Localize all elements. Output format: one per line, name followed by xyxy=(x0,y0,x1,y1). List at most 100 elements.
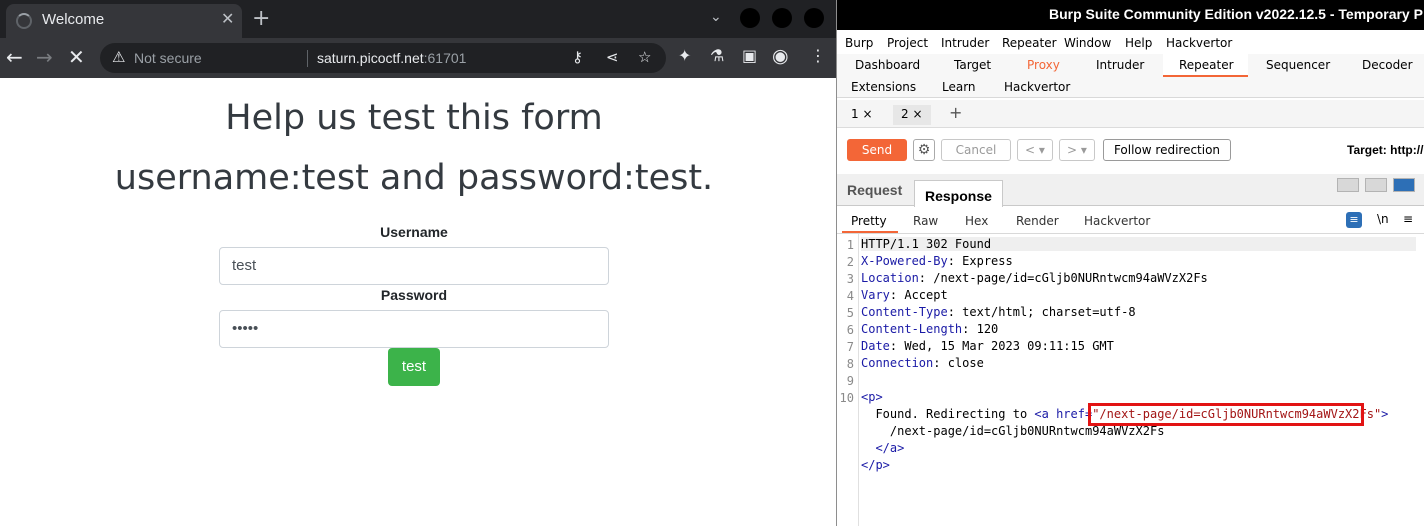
submit-button[interactable]: test xyxy=(388,348,440,386)
window-close-button[interactable] xyxy=(804,8,824,28)
repeater-tab-2[interactable]: 2 × xyxy=(893,105,931,125)
pretty-tab-underline xyxy=(842,231,898,233)
header-key: Location xyxy=(861,271,919,285)
tool-tab-proxy[interactable]: Proxy xyxy=(1027,58,1060,72)
back-arrow-icon[interactable]: ← xyxy=(6,45,23,69)
tab-title: Welcome xyxy=(42,11,105,28)
request-tab[interactable]: Request xyxy=(847,182,902,198)
href-value: "/next-page/id=cGljb0NURntwcm94aWVzX2Fs" xyxy=(1092,407,1382,421)
show-newlines-icon[interactable]: \n xyxy=(1377,212,1389,226)
response-editor[interactable]: 1 2 3 4 5 6 7 8 9 10 HTTP/1.1 302 Found … xyxy=(837,234,1424,526)
menu-item-intruder[interactable]: Intruder xyxy=(941,36,989,50)
format-tab-hackvertor[interactable]: Hackvertor xyxy=(1084,214,1150,228)
password-key-icon[interactable]: ⚷ xyxy=(572,48,583,66)
repeater-controls: Send ⚙ Cancel < ▾ > ▾ Follow redirection… xyxy=(837,128,1424,172)
history-forward-button[interactable]: > ▾ xyxy=(1059,139,1095,161)
format-tab-hex[interactable]: Hex xyxy=(965,214,988,228)
layout-side-by-side-icon[interactable] xyxy=(1337,178,1359,192)
follow-redirection-button[interactable]: Follow redirection xyxy=(1103,139,1231,161)
stop-loading-icon[interactable]: ✕ xyxy=(68,45,85,69)
labs-flask-icon[interactable]: ⚗ xyxy=(710,46,724,65)
burp-title-bar: Burp Suite Community Edition v2022.12.5 … xyxy=(837,0,1424,30)
tool-tab-decoder[interactable]: Decoder xyxy=(1362,58,1413,72)
menu-item-hackvertor[interactable]: Hackvertor xyxy=(1166,36,1232,50)
extensions-puzzle-icon[interactable]: ✦ xyxy=(678,46,691,65)
body-a-close: </a> xyxy=(861,441,905,455)
editor-menu-icon[interactable]: ≡ xyxy=(1403,212,1413,226)
address-bar[interactable]: ⚠ Not secure saturn.picoctf.net:61701 ⚷ … xyxy=(100,43,666,73)
layout-stacked-icon[interactable] xyxy=(1365,178,1387,192)
share-icon[interactable]: ⋖ xyxy=(606,48,619,66)
body-p-open: <p> xyxy=(861,390,883,404)
tab-close-icon[interactable]: × xyxy=(862,107,872,121)
settings-gear-icon[interactable]: ⚙ xyxy=(913,139,935,161)
wrap-lines-icon[interactable]: ≡ xyxy=(1346,212,1362,228)
status-text: HTTP/1.1 302 Found xyxy=(861,237,992,251)
tab-close-icon[interactable]: ✕ xyxy=(221,9,234,28)
tool-tab-dashboard[interactable]: Dashboard xyxy=(855,58,920,72)
tool-tab-extensions[interactable]: Extensions xyxy=(851,80,916,94)
side-panel-icon[interactable]: ▣ xyxy=(742,46,757,65)
cancel-button[interactable]: Cancel xyxy=(941,139,1011,161)
tool-tab-sequencer[interactable]: Sequencer xyxy=(1266,58,1330,72)
repeater-tab-2-label: 2 xyxy=(901,107,909,121)
browser-tab[interactable]: Welcome ✕ xyxy=(6,4,242,38)
format-tabs: Pretty Raw Hex Render Hackvertor ≡ \n ≡ xyxy=(837,208,1424,234)
menu-item-burp[interactable]: Burp xyxy=(845,36,873,50)
header-value: : Accept xyxy=(889,288,948,302)
window-maximize-button[interactable] xyxy=(772,8,792,28)
browser-menu-icon[interactable]: ⋮ xyxy=(810,46,826,65)
found-text: Found. Redirecting to xyxy=(861,407,1035,421)
menu-item-help[interactable]: Help xyxy=(1125,36,1152,50)
header-key: Content-Type xyxy=(861,305,948,319)
tab-close-icon[interactable]: × xyxy=(912,107,922,121)
burp-window-title: Burp Suite Community Edition v2022.12.5 … xyxy=(1049,6,1423,22)
username-input[interactable]: test xyxy=(219,247,609,285)
response-tab[interactable]: Response xyxy=(914,180,1003,207)
window-minimize-button[interactable] xyxy=(740,8,760,28)
line-number: 8 xyxy=(846,357,854,371)
format-tab-pretty[interactable]: Pretty xyxy=(851,214,887,228)
line-number: 4 xyxy=(846,289,854,303)
format-tab-render[interactable]: Render xyxy=(1016,214,1059,228)
header-value: : 120 xyxy=(962,322,999,336)
menu-item-repeater[interactable]: Repeater xyxy=(1002,36,1057,50)
format-tab-raw[interactable]: Raw xyxy=(913,214,938,228)
forward-arrow-icon[interactable]: → xyxy=(36,45,53,69)
body-redirect-line: Found. Redirecting to <a href="/next-pag… xyxy=(861,407,1388,421)
browser-toolbar: ← → ✕ ⚠ Not secure saturn.picoctf.net:61… xyxy=(0,38,836,78)
response-header-line: Location: /next-page/id=cGljb0NURntwcm94… xyxy=(861,271,1208,285)
bookmark-star-icon[interactable]: ☆ xyxy=(638,48,651,66)
security-status[interactable]: Not secure xyxy=(134,50,202,66)
menu-item-window[interactable]: Window xyxy=(1064,36,1111,50)
header-value: : close xyxy=(933,356,984,370)
new-tab-icon[interactable]: + xyxy=(252,6,270,31)
header-value: : /next-page/id=cGljb0NURntwcm94aWVzX2Fs xyxy=(918,271,1208,285)
profile-avatar-icon[interactable]: ◉ xyxy=(772,45,789,67)
password-label: Password xyxy=(380,287,448,303)
tool-tab-learn[interactable]: Learn xyxy=(942,80,976,94)
add-tab-icon[interactable]: + xyxy=(949,103,962,122)
tab-search-chevron-icon[interactable]: ⌄ xyxy=(710,9,722,25)
line-number: 10 xyxy=(839,391,854,405)
target-label[interactable]: Target: http:// xyxy=(1347,143,1423,157)
line-number: 2 xyxy=(846,255,854,269)
line-number: 5 xyxy=(846,306,854,320)
response-header-line: Date: Wed, 15 Mar 2023 09:11:15 GMT xyxy=(861,339,1114,353)
warning-icon[interactable]: ⚠ xyxy=(112,48,125,66)
url-text[interactable]: saturn.picoctf.net:61701 xyxy=(317,50,466,66)
response-header-line: Vary: Accept xyxy=(861,288,948,302)
tool-tab-intruder[interactable]: Intruder xyxy=(1096,58,1144,72)
username-label: Username xyxy=(380,224,448,240)
send-button[interactable]: Send xyxy=(847,139,907,161)
repeater-tab-1[interactable]: 1 × xyxy=(843,105,881,125)
layout-tabs-icon[interactable] xyxy=(1393,178,1415,192)
tool-tab-target[interactable]: Target xyxy=(954,58,991,72)
tool-tab-hackvertor[interactable]: Hackvertor xyxy=(1004,80,1070,94)
tool-tab-repeater[interactable]: Repeater xyxy=(1179,58,1234,72)
password-input[interactable]: ••••• xyxy=(219,310,609,348)
history-back-button[interactable]: < ▾ xyxy=(1017,139,1053,161)
line-number: 6 xyxy=(846,323,854,337)
menu-item-project[interactable]: Project xyxy=(887,36,928,50)
browser-tab-strip: Welcome ✕ + ⌄ xyxy=(0,0,836,38)
